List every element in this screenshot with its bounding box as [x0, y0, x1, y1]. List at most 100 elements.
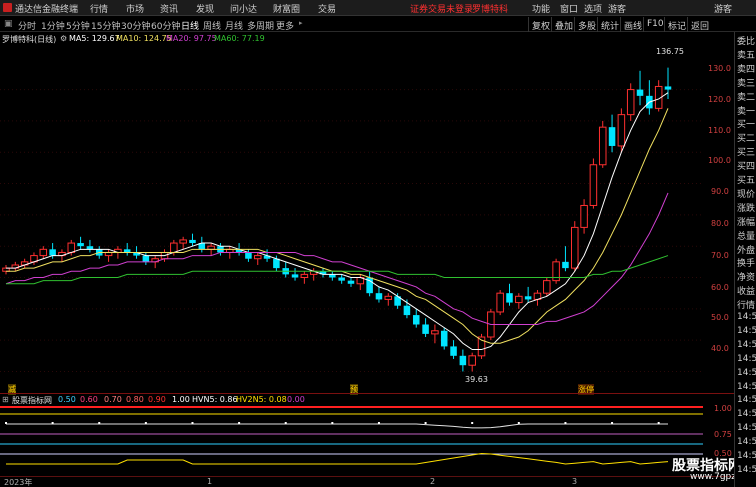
menu-item[interactable]: 交易 [318, 2, 336, 15]
candle-body[interactable] [570, 226, 579, 269]
sidebar-item[interactable]: 买五 [737, 173, 755, 186]
settings-icon[interactable]: ⚙ [60, 34, 67, 43]
sidebar-item[interactable]: 14:50 [737, 354, 756, 364]
period-tab[interactable]: 月线 [225, 19, 243, 32]
candle-body[interactable] [403, 305, 411, 316]
candle-body[interactable] [589, 164, 598, 206]
menu-item[interactable]: 市场 [126, 2, 144, 15]
sidebar-item[interactable]: 外盘 [737, 243, 755, 256]
candle-body[interactable] [562, 261, 569, 269]
period-tab-active[interactable]: 日线 [181, 19, 199, 32]
sidebar-item[interactable]: 14:50 [737, 409, 756, 419]
toolbar-button[interactable]: 多股 [574, 17, 599, 32]
period-tab[interactable]: 5分钟 [66, 19, 90, 32]
candle-body[interactable] [179, 239, 187, 244]
sidebar-item[interactable]: 14:50 [737, 312, 756, 322]
candle-body[interactable] [384, 295, 393, 300]
candle-body[interactable] [273, 258, 280, 269]
sidebar-item[interactable]: 涨幅 [737, 215, 755, 228]
menu-item[interactable]: 游客 [714, 2, 732, 15]
toolbar-button[interactable]: 复权 [528, 17, 553, 32]
candle-body[interactable] [524, 296, 532, 300]
menu-item[interactable]: 行情 [90, 2, 108, 15]
candle-body[interactable] [170, 242, 178, 253]
candle-body[interactable] [664, 86, 672, 90]
sidebar-item[interactable]: 委比 [737, 34, 755, 47]
sidebar-item[interactable]: 涨跌 [737, 201, 755, 214]
menu-item[interactable]: 窗口 [560, 2, 578, 15]
sidebar-item[interactable]: 买二 [737, 131, 755, 144]
toolbar-button[interactable]: 画线 [620, 17, 645, 32]
candle-body[interactable] [543, 280, 551, 294]
period-tab[interactable]: 1分钟 [41, 19, 65, 32]
sidebar-item[interactable]: 卖四 [737, 62, 755, 75]
toolbar-button[interactable]: 统计 [597, 17, 622, 32]
candle-body[interactable] [291, 274, 299, 278]
candle-body[interactable] [636, 89, 644, 96]
candle-body[interactable] [77, 243, 84, 247]
login-warning[interactable]: 证券交易未登录 [410, 2, 473, 15]
candle-body[interactable] [468, 355, 476, 366]
panel-divider[interactable] [0, 393, 734, 394]
indicator-chart[interactable] [0, 404, 703, 476]
candle-body[interactable] [459, 355, 467, 366]
period-tab[interactable]: 60分钟 [151, 19, 180, 32]
period-tab[interactable]: 分时 [18, 19, 36, 32]
menu-item[interactable]: 发现 [196, 2, 214, 15]
candle-body[interactable] [245, 252, 252, 259]
candle-body[interactable] [142, 255, 150, 262]
sidebar-item[interactable]: 卖一 [737, 104, 755, 117]
toolbar-button[interactable]: 返回 [687, 17, 712, 32]
period-tab[interactable]: 周线 [203, 19, 221, 32]
candle-body[interactable] [49, 249, 56, 256]
period-tab[interactable]: 更多 [276, 19, 294, 32]
sidebar-item[interactable]: 买四 [737, 159, 755, 172]
candle-body[interactable] [67, 242, 76, 253]
candle-body[interactable] [598, 126, 607, 166]
candle-body[interactable] [375, 293, 383, 300]
sidebar-item[interactable]: 卖二 [737, 90, 755, 103]
sidebar-item[interactable]: 行情 [737, 298, 755, 311]
sidebar-item[interactable]: 现价 [737, 187, 755, 200]
toolbar-button[interactable]: 叠加 [551, 17, 576, 32]
sidebar-item[interactable]: 卖三 [737, 76, 755, 89]
period-tab[interactable]: 30分钟 [121, 19, 150, 32]
candle-body[interactable] [617, 114, 626, 147]
candle-body[interactable] [39, 248, 48, 257]
chevron-right-icon[interactable]: ▸ [299, 19, 303, 27]
sidebar-item[interactable]: 净资 [737, 270, 755, 283]
sidebar-item[interactable]: 买三 [737, 145, 755, 158]
menu-item[interactable]: 财富圈 [273, 2, 300, 15]
indicator-toggle-icon[interactable]: ⊞ [2, 395, 9, 404]
sidebar-item[interactable]: 14:50 [737, 326, 756, 336]
candle-body[interactable] [338, 277, 345, 281]
period-tab[interactable]: 15分钟 [91, 19, 120, 32]
candle-body[interactable] [431, 330, 439, 335]
sidebar-item[interactable]: 买一 [737, 117, 755, 130]
candle-body[interactable] [515, 295, 523, 304]
menu-item[interactable]: 游客 [608, 2, 626, 15]
sidebar-item[interactable]: 换手 [737, 256, 755, 269]
menu-item[interactable]: 功能 [532, 2, 550, 15]
sidebar-item[interactable]: 14:50 [737, 465, 756, 475]
candle-body[interactable] [422, 324, 429, 334]
candle-body[interactable] [253, 255, 262, 260]
candle-body[interactable] [347, 280, 355, 284]
candle-body[interactable] [506, 293, 513, 303]
candle-body[interactable] [450, 346, 457, 356]
sidebar-item[interactable]: 14:50 [737, 382, 756, 392]
candle-body[interactable] [608, 127, 616, 146]
sidebar-item[interactable]: 收益 [737, 284, 755, 297]
candle-body[interactable] [580, 204, 588, 228]
candle-body[interactable] [496, 292, 504, 313]
panel-toggle-icon[interactable]: ▣ [4, 19, 13, 29]
sidebar-item[interactable]: 14:50 [737, 437, 756, 447]
menu-item[interactable]: 问小达 [230, 2, 257, 15]
sidebar-item[interactable]: 14:50 [737, 423, 756, 433]
sidebar-item[interactable]: 卖五 [737, 48, 755, 61]
candle-body[interactable] [300, 273, 309, 279]
period-tab[interactable]: 多周期 [247, 19, 274, 32]
sidebar-item[interactable]: 14:50 [737, 451, 756, 461]
candle-body[interactable] [440, 330, 448, 347]
menu-item[interactable]: 选项 [584, 2, 602, 15]
